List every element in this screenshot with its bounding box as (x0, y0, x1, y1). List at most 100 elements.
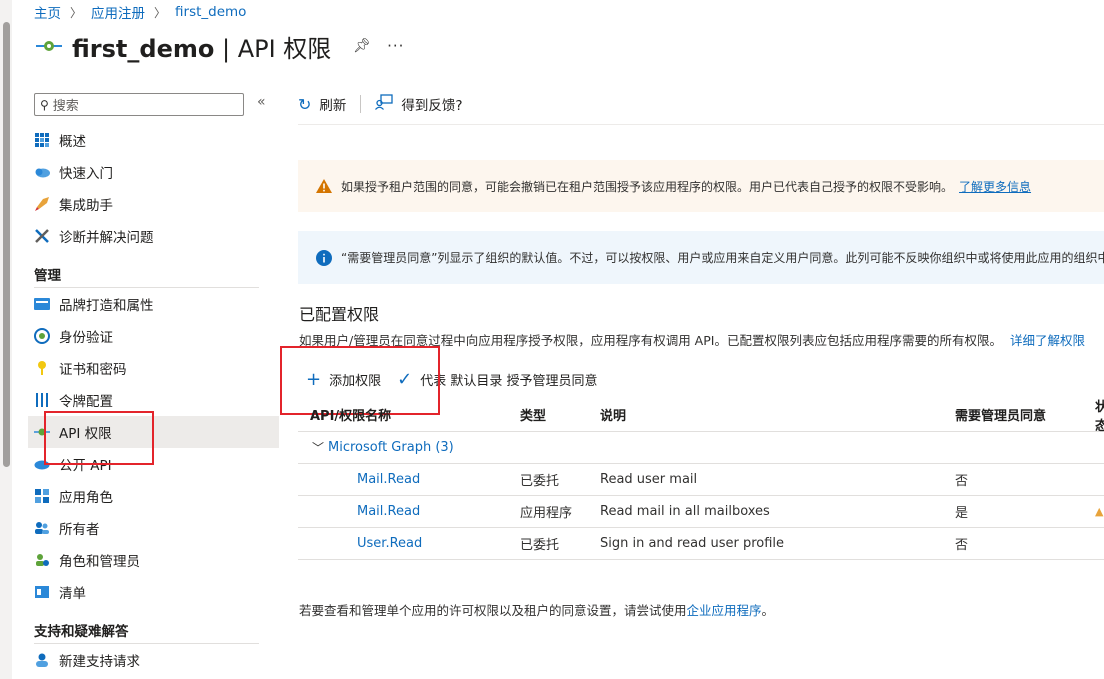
admin-consent-required: 是 (955, 506, 969, 521)
permission-type: 应用程序 (520, 506, 573, 521)
permission-link[interactable]: User.Read (298, 536, 520, 551)
feedback-label: 得到反馈? (401, 98, 463, 114)
sidebar-item-diagnose[interactable]: 诊断并解决问题 (28, 220, 279, 252)
enterprise-apps-note: 若要查看和管理单个应用的许可权限以及租户的同意设置，请尝试使用企业应用程序。 (299, 600, 774, 619)
roles-admin-icon (34, 552, 50, 568)
branding-icon (34, 296, 50, 312)
learn-more-link[interactable]: 了解更多信息 (959, 178, 1031, 195)
grant-consent-label: 代表 默认目录 授予管理员同意 (420, 373, 598, 389)
rocket-icon (34, 196, 50, 212)
sidebar-item-integration-assistant[interactable]: 集成助手 (28, 188, 279, 220)
breadcrumb-app[interactable]: first_demo (175, 4, 246, 20)
sidebar-item-quickstart[interactable]: 快速入门 (28, 156, 279, 188)
collapse-sidebar-icon[interactable]: « (257, 94, 266, 110)
sidebar-item-label: 品牌打造和属性 (59, 298, 154, 314)
admin-consent-required: 否 (955, 474, 969, 489)
cloud-icon (34, 164, 50, 180)
permission-link[interactable]: Mail.Read (298, 472, 520, 487)
sidebar-item-manifest[interactable]: 清单 (28, 576, 279, 608)
page-scrollbar[interactable] (0, 0, 12, 679)
warning-icon (316, 179, 332, 193)
sidebar-item-label: 角色和管理员 (59, 554, 140, 570)
info-banner: “需要管理员同意”列显示了组织的默认值。不过，可以按权限、用户或应用来自定义用户… (298, 231, 1104, 284)
token-icon (34, 392, 50, 408)
column-header-api[interactable]: API/权限名称 (298, 405, 520, 424)
chevron-right-icon: 〉 (154, 5, 167, 20)
search-icon: ⚲ (40, 97, 49, 112)
app-roles-icon (34, 488, 50, 504)
sidebar-item-owners[interactable]: 所有者 (28, 512, 279, 544)
permission-description: Sign in and read user profile (600, 536, 785, 551)
toolbar-separator (360, 95, 362, 113)
sidebar-item-label: 应用角色 (59, 490, 113, 506)
sidebar-nav: 概述 快速入门 集成助手 诊断并解决问题 管理 品牌打造和属性 身份验证 证书和… (28, 124, 279, 676)
warning-text: 如果授予租户范围的同意，可能会撤销已在租户范围授予该应用程序的权限。用户已代表自… (341, 179, 954, 194)
sidebar-item-label: 所有者 (59, 522, 100, 538)
sidebar-item-label: 证书和密码 (59, 362, 127, 378)
auth-icon (34, 328, 50, 344)
sidebar-item-label: 概述 (59, 134, 86, 150)
sidebar-item-certificates[interactable]: 证书和密码 (28, 352, 279, 384)
sidebar-item-label: 清单 (59, 586, 86, 602)
permission-type: 已委托 (520, 538, 560, 553)
more-options-icon[interactable]: ··· (387, 37, 404, 55)
column-header-type[interactable]: 类型 (520, 405, 600, 424)
table-row: Mail.Read 已委托 Read user mail 否 (298, 464, 1104, 496)
status-cell: ▲ (1095, 504, 1104, 519)
sidebar-section-manage: 管理 (34, 268, 61, 284)
column-header-admin-consent[interactable]: 需要管理员同意 (955, 405, 1095, 424)
toolbar-divider (298, 124, 1104, 125)
chevron-down-icon[interactable]: ﹀ (312, 439, 324, 456)
enterprise-apps-link[interactable]: 企业应用程序 (687, 603, 762, 618)
sidebar-item-branding[interactable]: 品牌打造和属性 (28, 288, 279, 320)
sidebar-item-label: 诊断并解决问题 (59, 230, 154, 246)
refresh-label: 刷新 (319, 98, 347, 114)
scrollbar-thumb[interactable] (3, 22, 10, 467)
learn-more-permissions-link[interactable]: 详细了解权限 (1010, 333, 1085, 348)
column-header-status[interactable]: 状态 (1095, 396, 1104, 434)
footer-end: 。 (761, 603, 775, 618)
page-title-section: | API 权限 (214, 34, 332, 63)
sidebar-item-app-roles[interactable]: 应用角色 (28, 480, 279, 512)
owners-icon (34, 520, 50, 536)
sidebar-item-label: 快速入门 (59, 166, 113, 182)
sidebar-item-new-support-request[interactable]: 新建支持请求 (28, 644, 279, 676)
refresh-button[interactable]: ↻ 刷新 (298, 94, 347, 115)
manifest-icon (34, 584, 50, 600)
table-header: API/权限名称 类型 说明 需要管理员同意 状态 (298, 396, 1104, 434)
sidebar-section-support: 支持和疑难解答 (34, 624, 129, 640)
sidebar-item-overview[interactable]: 概述 (28, 124, 279, 156)
refresh-icon: ↻ (298, 94, 312, 114)
warning-icon: ▲ (1095, 505, 1104, 518)
sidebar-item-label: 集成助手 (59, 198, 113, 214)
warning-banner: 如果授予租户范围的同意，可能会撤销已在租户范围授予该应用程序的权限。用户已代表自… (298, 160, 1104, 212)
page-header: first_demo | API 权限 📌︎ ··· (34, 29, 404, 63)
feedback-button[interactable]: 得到反馈? (375, 94, 463, 114)
sidebar-item-roles-admins[interactable]: 角色和管理员 (28, 544, 279, 576)
breadcrumb-app-registrations[interactable]: 应用注册 (91, 2, 145, 22)
breadcrumb-home[interactable]: 主页 (34, 2, 61, 22)
permission-description: Read mail in all mailboxes (600, 504, 770, 519)
table-row: User.Read 已委托 Sign in and read user prof… (298, 528, 1104, 560)
search-placeholder: 搜索 (52, 99, 79, 114)
admin-consent-required: 否 (955, 538, 969, 553)
sidebar-item-label: 身份验证 (59, 330, 113, 346)
sidebar-search-input[interactable]: ⚲ 搜索 (34, 93, 244, 116)
api-permissions-icon (34, 31, 64, 61)
grid-icon (34, 132, 50, 148)
pin-icon[interactable]: 📌︎ (353, 38, 371, 54)
permission-description: Read user mail (600, 472, 698, 487)
column-header-description[interactable]: 说明 (600, 405, 955, 424)
permission-link[interactable]: Mail.Read (298, 504, 520, 519)
page-title: first_demo | API 权限 (72, 29, 331, 64)
key-icon (34, 360, 50, 376)
group-row-microsoft-graph[interactable]: ﹀ Microsoft Graph (3) (298, 432, 1104, 464)
footer-text: 若要查看和管理单个应用的许可权限以及租户的同意设置，请尝试使用 (299, 603, 687, 618)
group-label: Microsoft Graph (3) (328, 440, 454, 455)
configured-permissions-title: 已配置权限 (299, 305, 380, 324)
sidebar-item-authentication[interactable]: 身份验证 (28, 320, 279, 352)
permissions-table: API/权限名称 类型 说明 需要管理员同意 状态 ﹀ Microsoft Gr… (298, 398, 1104, 560)
sidebar-item-label: 新建支持请求 (59, 654, 140, 670)
highlight-box-api-permissions (44, 411, 154, 465)
page-title-app: first_demo (72, 34, 215, 63)
